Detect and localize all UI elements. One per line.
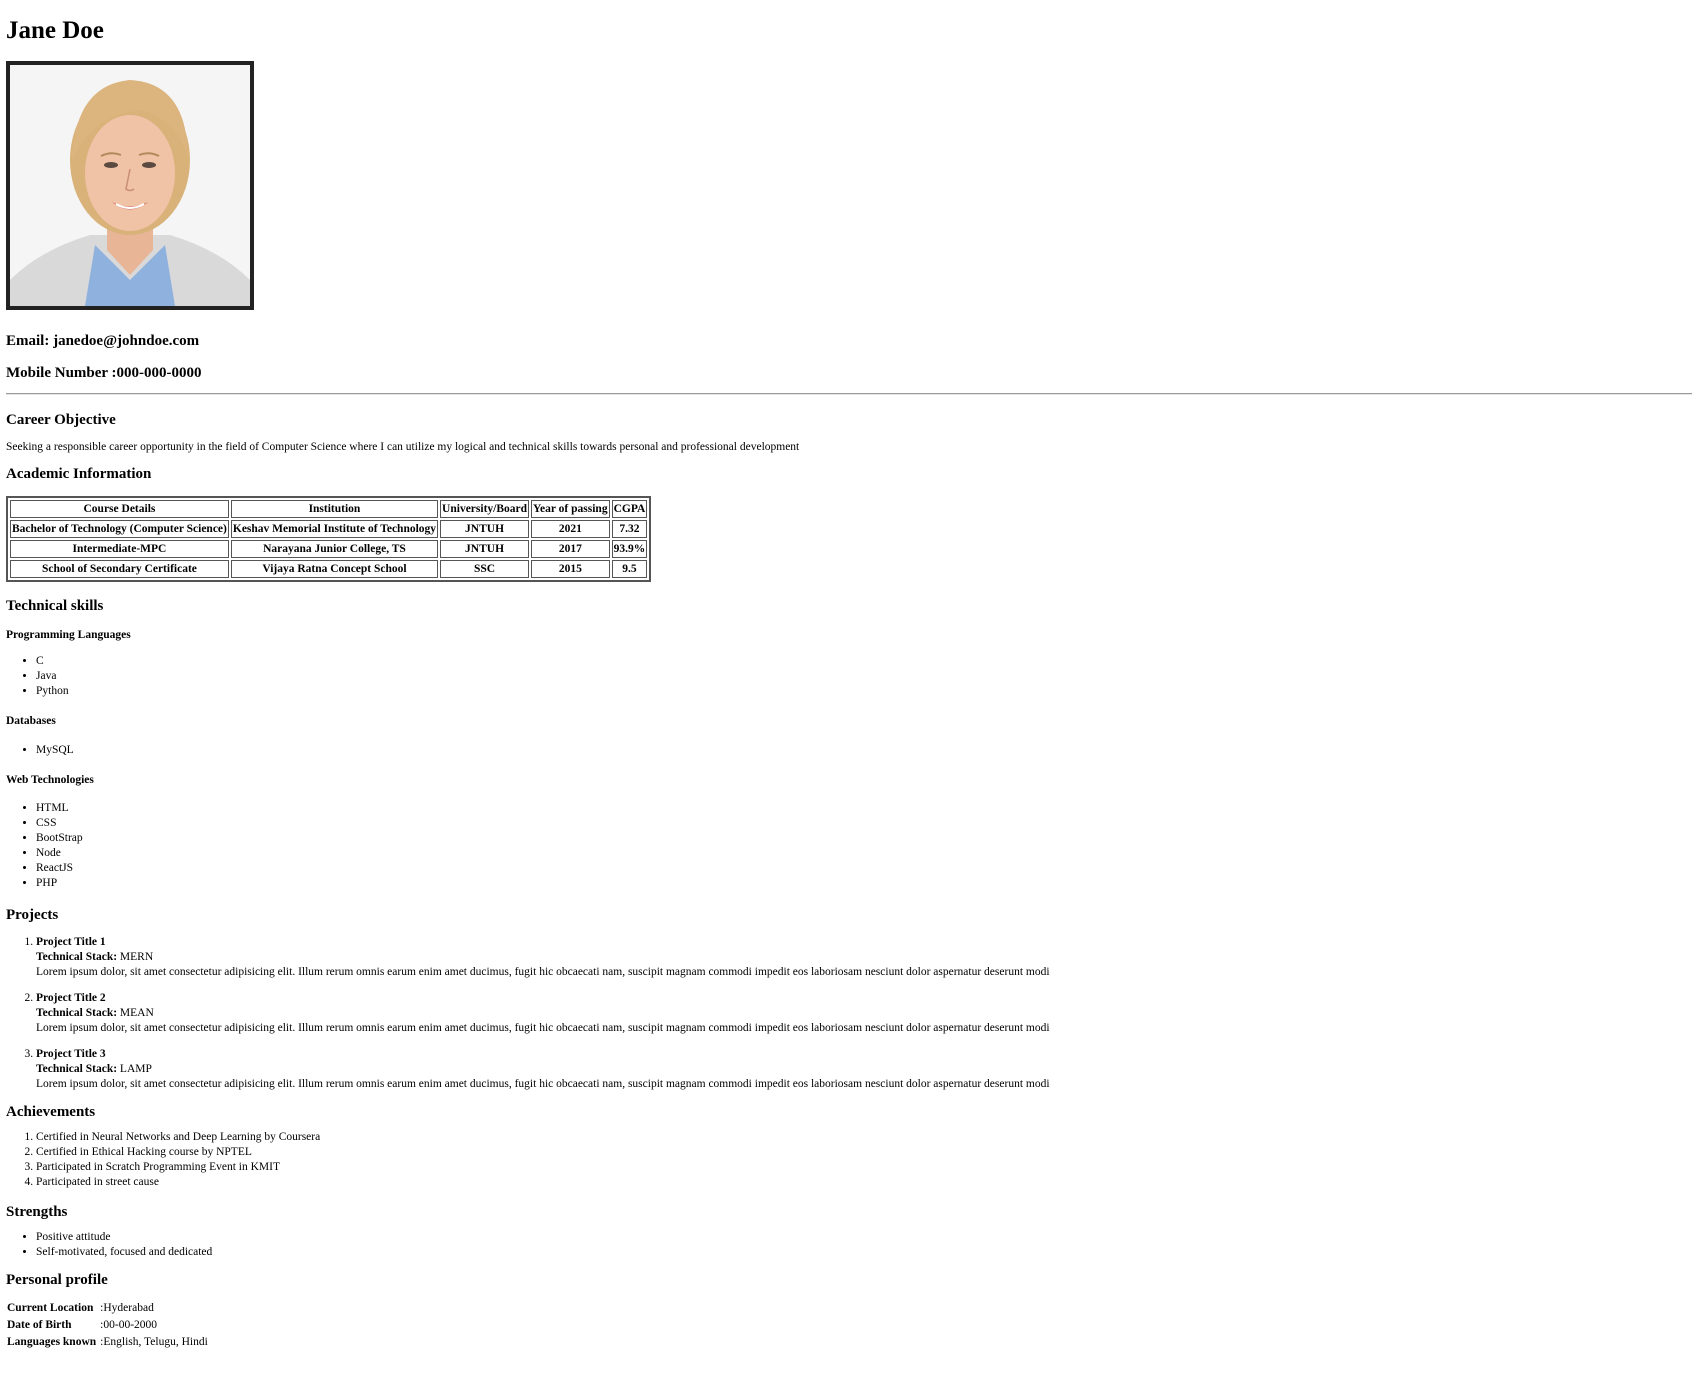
web-technologies-heading: Web Technologies: [6, 774, 94, 786]
project-description: Lorem ipsum dolor, sit amet consectetur …: [36, 1078, 1050, 1090]
academic-header-row: Course Details Institution University/Bo…: [10, 500, 648, 518]
list-item: Participated in Scratch Programming Even…: [36, 1160, 1686, 1175]
table-row: Bachelor of Technology (Computer Science…: [10, 520, 648, 538]
project-stack: Technical Stack: MEAN: [36, 1006, 1686, 1021]
list-item: MySQL: [36, 743, 1686, 758]
project-item: Project Title 1 Technical Stack: MERN Lo…: [36, 935, 1686, 980]
col-cgpa: CGPA: [611, 500, 648, 518]
technical-skills-heading: Technical skills: [6, 598, 104, 614]
project-stack: Technical Stack: LAMP: [36, 1062, 1686, 1077]
mobile-line: Mobile Number :000-000-0000: [6, 364, 202, 382]
project-stack-label: Technical Stack:: [36, 1063, 118, 1075]
list-item: CSS: [36, 816, 1686, 831]
project-title: Project Title 1: [36, 936, 106, 948]
col-year-of-passing: Year of passing: [531, 500, 610, 518]
programming-languages-list: C Java Python: [6, 654, 1686, 699]
databases-list: MySQL: [6, 743, 1686, 758]
table-cell: 2021: [531, 520, 610, 538]
projects-heading: Projects: [6, 907, 59, 923]
table-cell: Narayana Junior College, TS: [230, 540, 439, 558]
col-course-details: Course Details: [10, 500, 229, 518]
table-cell: JNTUH: [440, 520, 530, 538]
personal-label: Date of Birth: [7, 1319, 72, 1331]
project-stack-label: Technical Stack:: [36, 1007, 118, 1019]
project-title: Project Title 2: [36, 992, 106, 1004]
list-item: BootStrap: [36, 831, 1686, 846]
personal-value: :Hyderabad: [100, 1302, 154, 1314]
table-cell: 7.32: [611, 520, 648, 538]
list-item: C: [36, 654, 1686, 669]
projects-list: Project Title 1 Technical Stack: MERN Lo…: [6, 935, 1686, 1092]
table-row: Date of Birth :00-00-2000: [6, 1317, 208, 1334]
candidate-name: Jane Doe: [6, 17, 104, 44]
list-item: Certified in Ethical Hacking course by N…: [36, 1145, 1686, 1160]
list-item: PHP: [36, 876, 1686, 891]
web-technologies-list: HTML CSS BootStrap Node ReactJS PHP: [6, 801, 1686, 891]
project-item: Project Title 3 Technical Stack: LAMP Lo…: [36, 1047, 1686, 1092]
project-stack: Technical Stack: MERN: [36, 950, 1686, 965]
project-item: Project Title 2 Technical Stack: MEAN Lo…: [36, 991, 1686, 1036]
career-objective-heading: Career Objective: [6, 412, 116, 428]
databases-heading: Databases: [6, 715, 56, 727]
table-row: Intermediate-MPC Narayana Junior College…: [10, 540, 648, 558]
academic-heading: Academic Information: [6, 466, 152, 482]
table-cell: 93.9%: [611, 540, 648, 558]
email-label: Email:: [6, 333, 50, 349]
col-university-board: University/Board: [440, 500, 530, 518]
personal-value: :English, Telugu, Hindi: [100, 1336, 208, 1348]
project-stack-label: Technical Stack:: [36, 951, 118, 963]
list-item: Positive attitude: [36, 1230, 1686, 1245]
strengths-heading: Strengths: [6, 1204, 68, 1220]
personal-profile-heading: Personal profile: [6, 1272, 108, 1288]
table-cell: Intermediate-MPC: [10, 540, 229, 558]
personal-profile-table: Current Location :Hyderabad Date of Birt…: [6, 1300, 208, 1351]
table-cell: SSC: [440, 560, 530, 578]
table-row: School of Secondary Certificate Vijaya R…: [10, 560, 648, 578]
strengths-list: Positive attitude Self-motivated, focuse…: [6, 1230, 1686, 1260]
list-item: Python: [36, 684, 1686, 699]
email-value: janedoe@johndoe.com: [53, 333, 200, 349]
programming-languages-heading: Programming Languages: [6, 629, 131, 641]
list-item: Java: [36, 669, 1686, 684]
personal-value: :00-00-2000: [100, 1319, 158, 1331]
profile-photo: [6, 61, 254, 310]
achievements-list: Certified in Neural Networks and Deep Le…: [6, 1130, 1686, 1190]
list-item: Node: [36, 846, 1686, 861]
table-cell: School of Secondary Certificate: [10, 560, 229, 578]
table-cell: JNTUH: [440, 540, 530, 558]
resume-body: Career Objective Seeking a responsible c…: [6, 410, 1686, 1351]
mobile-value: 000-000-0000: [116, 365, 202, 381]
list-item: Participated in street cause: [36, 1175, 1686, 1190]
project-stack-value: MERN: [119, 951, 154, 963]
mobile-label: Mobile Number :: [6, 365, 117, 381]
list-item: Self-motivated, focused and dedicated: [36, 1245, 1686, 1260]
list-item: HTML: [36, 801, 1686, 816]
table-cell: Bachelor of Technology (Computer Science…: [10, 520, 229, 538]
table-cell: Vijaya Ratna Concept School: [230, 560, 439, 578]
table-cell: 9.5: [611, 560, 648, 578]
personal-label: Current Location: [7, 1302, 94, 1314]
achievements-heading: Achievements: [6, 1104, 96, 1120]
section-divider: [6, 393, 1692, 395]
table-row: Current Location :Hyderabad: [6, 1300, 208, 1317]
list-item: Certified in Neural Networks and Deep Le…: [36, 1130, 1686, 1145]
list-item: ReactJS: [36, 861, 1686, 876]
project-description: Lorem ipsum dolor, sit amet consectetur …: [36, 966, 1050, 978]
table-cell: 2017: [531, 540, 610, 558]
project-description: Lorem ipsum dolor, sit amet consectetur …: [36, 1022, 1050, 1034]
project-stack-value: MEAN: [119, 1007, 154, 1019]
table-row: Languages known :English, Telugu, Hindi: [6, 1334, 208, 1351]
project-title: Project Title 3: [36, 1048, 106, 1060]
email-line: Email: janedoe@johndoe.com: [6, 332, 199, 350]
academic-table: Course Details Institution University/Bo…: [6, 496, 652, 582]
table-cell: 2015: [531, 560, 610, 578]
table-cell: Keshav Memorial Institute of Technology: [230, 520, 439, 538]
career-objective-text: Seeking a responsible career opportunity…: [6, 441, 800, 453]
project-stack-value: LAMP: [119, 1063, 152, 1075]
col-institution: Institution: [230, 500, 439, 518]
personal-label: Languages known: [7, 1336, 97, 1348]
